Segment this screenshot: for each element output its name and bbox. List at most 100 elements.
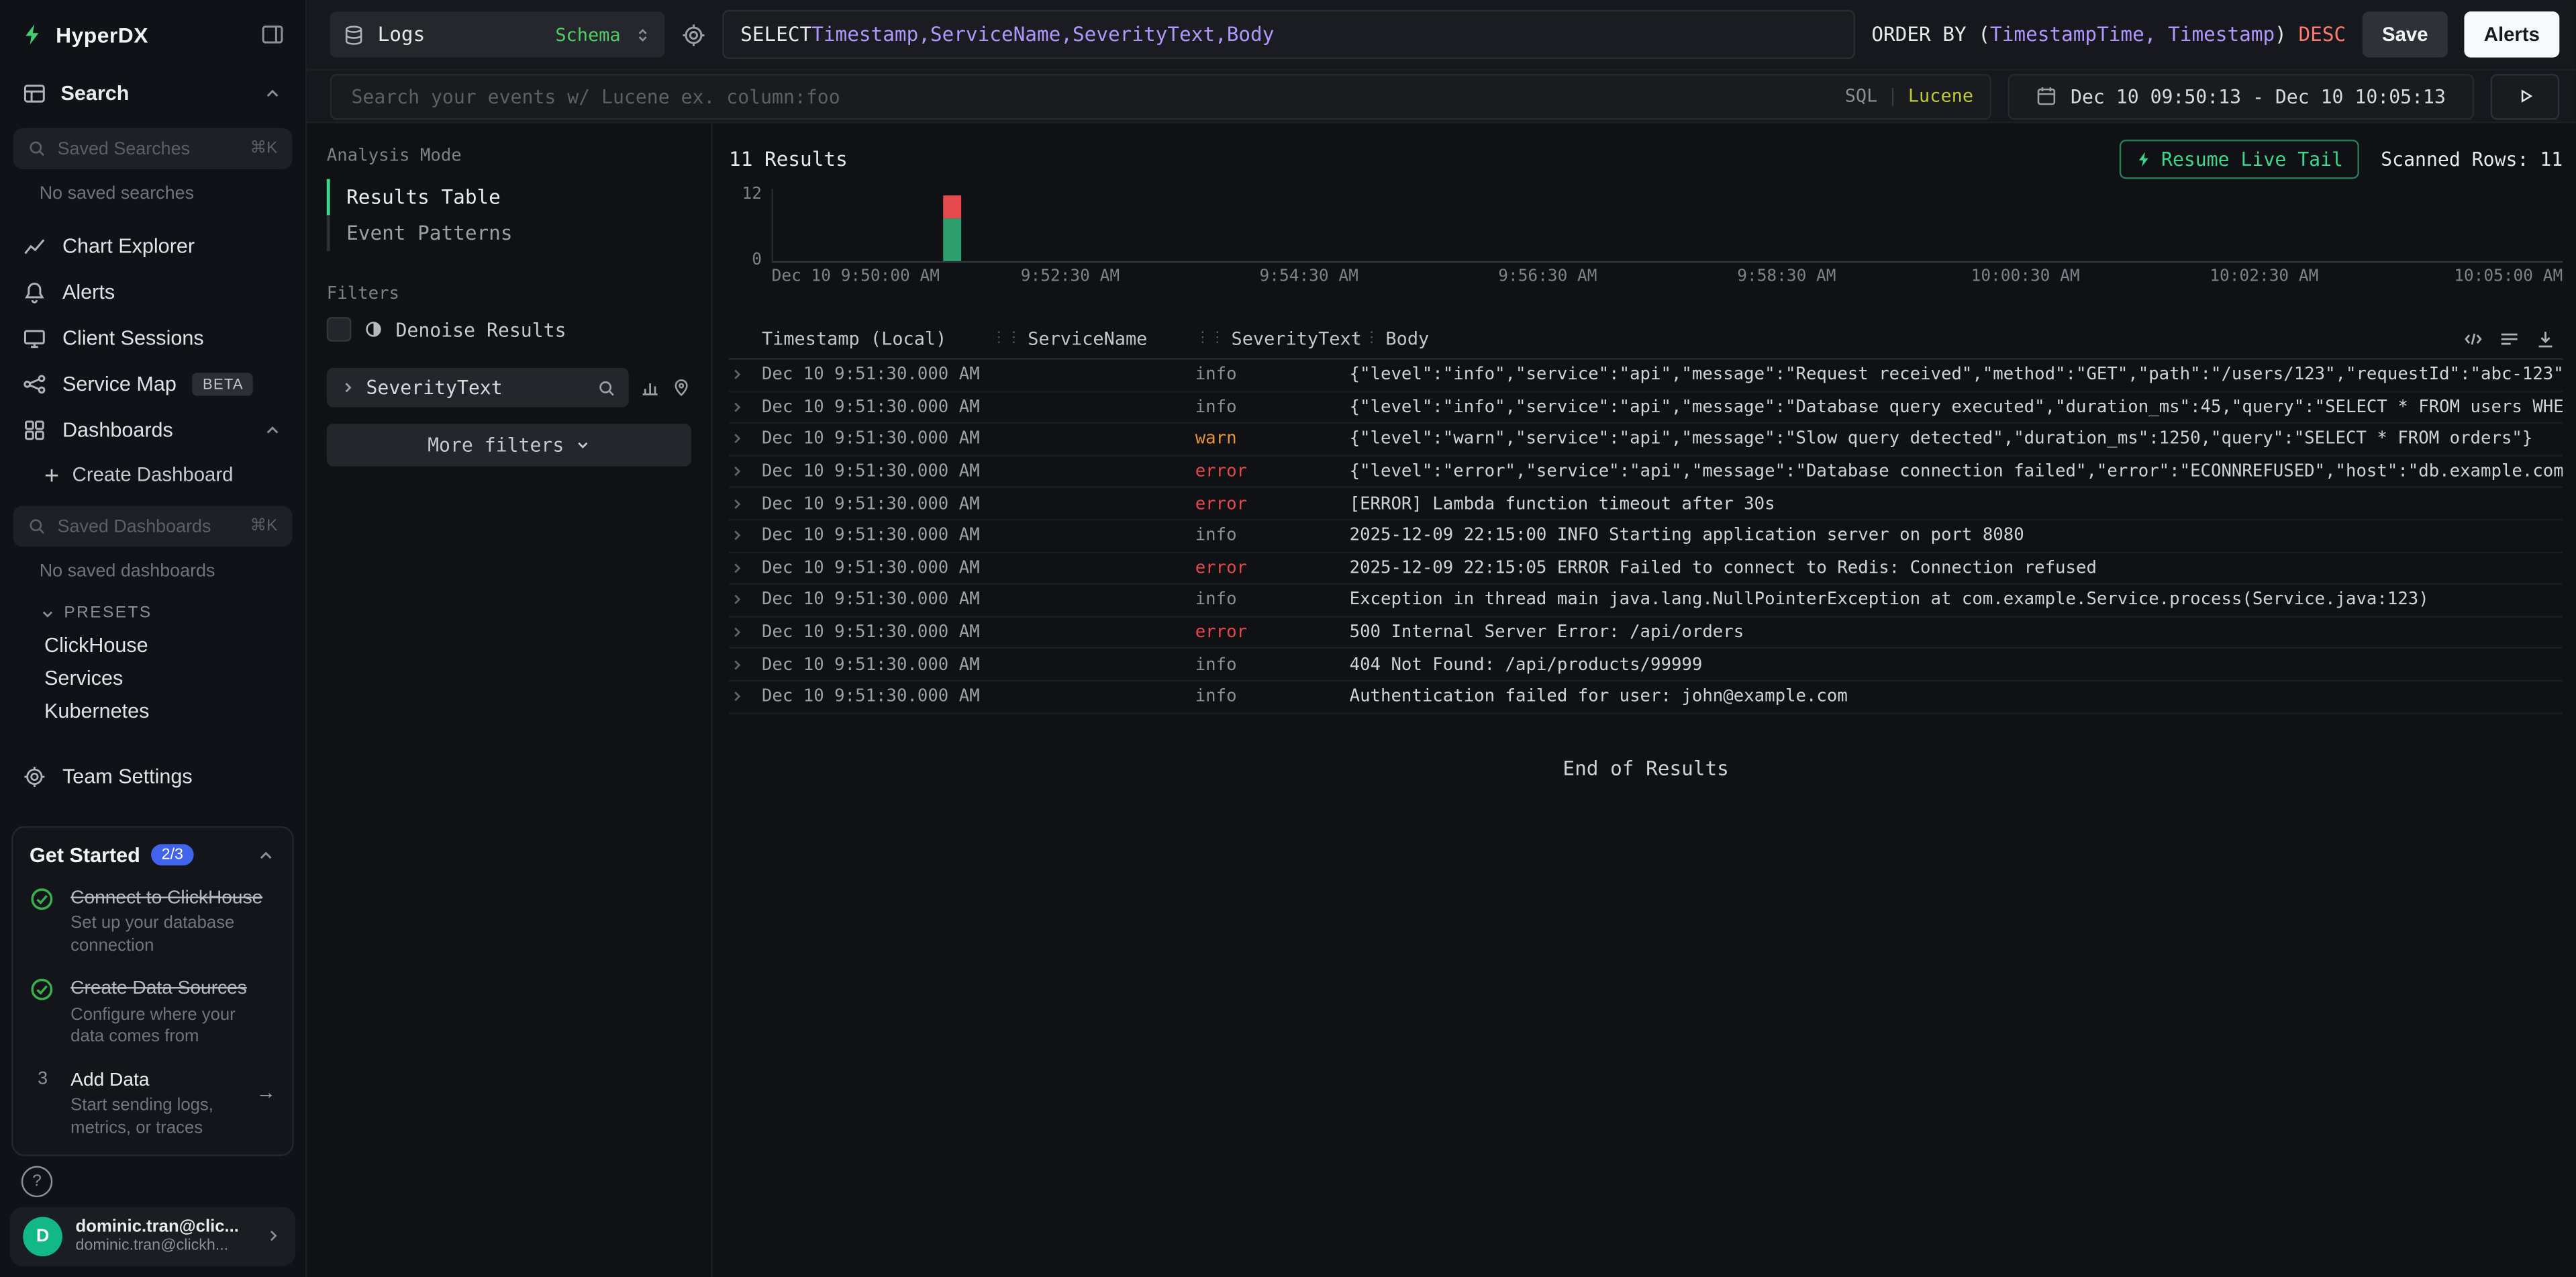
row-expander[interactable] xyxy=(729,463,762,479)
row-severity: info xyxy=(1195,526,1350,545)
step-create-data-sources[interactable]: Create Data Sources Configure where your… xyxy=(30,976,276,1049)
table-row[interactable]: Dec 10 9:51:30.000 AM error {"level":"er… xyxy=(729,456,2563,488)
saved-searches-placeholder: Saved Searches xyxy=(58,139,190,158)
row-expander[interactable] xyxy=(729,592,762,608)
table-row[interactable]: Dec 10 9:51:30.000 AM info Authenticatio… xyxy=(729,681,2563,714)
sidebar-item-team-settings[interactable]: Team Settings xyxy=(0,754,305,800)
order-by-keyword: ORDER BY ( xyxy=(1871,23,1990,46)
source-selector[interactable]: Logs Schema xyxy=(330,11,665,57)
preset-kubernetes[interactable]: Kubernetes xyxy=(0,695,305,728)
play-icon xyxy=(2516,87,2534,105)
saved-dashboards-input[interactable]: Saved Dashboards ⌘K xyxy=(13,506,293,547)
preset-label: Kubernetes xyxy=(44,700,149,722)
table-row[interactable]: Dec 10 9:51:30.000 AM error 2025-12-09 2… xyxy=(729,553,2563,585)
row-expander[interactable] xyxy=(729,495,762,512)
presets-toggle[interactable]: PRESETS xyxy=(0,588,305,629)
create-dashboard-button[interactable]: Create Dashboard xyxy=(0,453,305,496)
bolt-logo-icon xyxy=(21,23,44,46)
table-row[interactable]: Dec 10 9:51:30.000 AM info Exception in … xyxy=(729,585,2563,617)
shortcut-kbd: ⌘K xyxy=(250,140,278,158)
preset-clickhouse[interactable]: ClickHouse xyxy=(0,629,305,662)
resume-live-tail-button[interactable]: Resume Live Tail xyxy=(2120,140,2360,179)
scanned-rows: Scanned Rows: 11 xyxy=(2381,148,2563,171)
drag-grip-icon[interactable]: ⋮⋮ xyxy=(991,330,1021,346)
more-filters-button[interactable]: More filters xyxy=(327,424,691,467)
source-settings-gear-icon[interactable] xyxy=(681,22,706,47)
sql-select-input[interactable]: SELECT Timestamp,ServiceName,SeverityTex… xyxy=(722,10,1855,59)
table-row[interactable]: Dec 10 9:51:30.000 AM error [ERROR] Lamb… xyxy=(729,488,2563,520)
sidebar-item-alerts[interactable]: Alerts xyxy=(0,269,305,315)
row-density-icon[interactable] xyxy=(2499,328,2520,349)
help-button[interactable]: ? xyxy=(21,1166,52,1196)
row-expander[interactable] xyxy=(729,431,762,447)
histogram-bar-segment-error[interactable] xyxy=(943,195,961,219)
table-row[interactable]: Dec 10 9:51:30.000 AM info 2025-12-09 22… xyxy=(729,520,2563,553)
histogram-bar[interactable] xyxy=(943,195,961,261)
column-label: SeverityText xyxy=(1232,328,1362,349)
alerts-button[interactable]: Alerts xyxy=(2464,11,2559,57)
sql-order-by[interactable]: ORDER BY (TimestampTime, Timestamp) DESC xyxy=(1871,23,2346,46)
row-expander[interactable] xyxy=(729,399,762,415)
row-expander[interactable] xyxy=(729,688,762,704)
step-add-data[interactable]: 3 Add Data Start sending logs, metrics, … xyxy=(30,1068,276,1141)
run-query-button[interactable] xyxy=(2491,73,2560,119)
mode-results-table[interactable]: Results Table xyxy=(327,179,691,216)
drag-grip-icon[interactable]: ⋮⋮ xyxy=(1195,330,1225,346)
create-dashboard-label: Create Dashboard xyxy=(72,463,234,486)
save-button[interactable]: Save xyxy=(2363,11,2448,57)
sidebar-item-dashboards[interactable]: Dashboards xyxy=(0,408,305,453)
saved-searches-input[interactable]: Saved Searches ⌘K xyxy=(13,128,293,169)
search-icon[interactable] xyxy=(597,379,615,397)
histogram-bar-segment-other[interactable] xyxy=(943,219,961,261)
sidebar-item-client-sessions[interactable]: Client Sessions xyxy=(0,316,305,361)
table-row[interactable]: Dec 10 9:51:30.000 AM info {"level":"inf… xyxy=(729,392,2563,424)
pin-icon[interactable] xyxy=(671,378,691,397)
table-row[interactable]: Dec 10 9:51:30.000 AM info {"level":"inf… xyxy=(729,360,2563,392)
search-box: SQL | Lucene xyxy=(330,73,1991,119)
saved-dashboards-placeholder: Saved Dashboards xyxy=(58,516,211,536)
step-title: Add Data xyxy=(70,1071,149,1090)
step-connect-clickhouse[interactable]: Connect to ClickHouse Set up your databa… xyxy=(30,884,276,957)
bar-chart-icon[interactable] xyxy=(640,378,660,397)
collapse-sidebar-icon[interactable] xyxy=(261,23,284,46)
row-expander[interactable] xyxy=(729,624,762,641)
row-expander[interactable] xyxy=(729,528,762,544)
search-input[interactable] xyxy=(348,83,1835,109)
row-expander[interactable] xyxy=(729,367,762,383)
table-row[interactable]: Dec 10 9:51:30.000 AM warn {"level":"war… xyxy=(729,424,2563,457)
sidebar-item-chart-explorer[interactable]: Chart Explorer xyxy=(0,224,305,269)
denoise-results-toggle[interactable]: Denoise Results xyxy=(327,317,691,342)
get-started-header[interactable]: Get Started 2/3 xyxy=(30,843,276,866)
row-timestamp: Dec 10 9:51:30.000 AM xyxy=(762,622,991,642)
analysis-mode-label: Analysis Mode xyxy=(327,146,691,166)
filter-group-severitytext: SeverityText xyxy=(327,368,691,408)
language-sql[interactable]: SQL xyxy=(1845,85,1878,107)
time-range-picker[interactable]: Dec 10 09:50:13 - Dec 10 10:05:13 xyxy=(2008,73,2474,119)
denoise-checkbox[interactable] xyxy=(327,317,352,342)
nav-label: Dashboards xyxy=(62,419,173,442)
row-expander[interactable] xyxy=(729,657,762,673)
mode-event-patterns[interactable]: Event Patterns xyxy=(327,215,691,251)
language-lucene[interactable]: Lucene xyxy=(1908,85,1973,107)
row-timestamp: Dec 10 9:51:30.000 AM xyxy=(762,430,991,449)
preset-services[interactable]: Services xyxy=(0,662,305,695)
search-bar: SQL | Lucene Dec 10 09:50:13 - Dec 10 10… xyxy=(307,70,2575,123)
code-icon[interactable] xyxy=(2463,328,2484,349)
table-row[interactable]: Dec 10 9:51:30.000 AM info 404 Not Found… xyxy=(729,649,2563,681)
column-label: Body xyxy=(1385,328,1429,349)
row-expander[interactable] xyxy=(729,560,762,576)
sidebar-item-search[interactable]: Search xyxy=(0,69,305,118)
results-table-header: Timestamp (Local) ⋮⋮ServiceName ⋮⋮Severi… xyxy=(729,319,2563,360)
hyperdx-app: HyperDX Search Saved Searches ⌘K No save… xyxy=(0,0,2576,1277)
user-menu[interactable]: D dominic.tran@clic... dominic.tran@clic… xyxy=(10,1207,296,1266)
brand[interactable]: HyperDX xyxy=(0,0,305,69)
table-row[interactable]: Dec 10 9:51:30.000 AM error 500 Internal… xyxy=(729,617,2563,649)
filter-group-toggle[interactable]: SeverityText xyxy=(327,368,629,408)
order-by-direction: DESC xyxy=(2299,23,2346,46)
download-icon[interactable] xyxy=(2535,328,2557,349)
shortcut-kbd: ⌘K xyxy=(250,517,278,535)
preset-label: ClickHouse xyxy=(44,634,148,657)
drag-grip-icon[interactable]: ⋮⋮ xyxy=(1350,330,1379,346)
sidebar-item-service-map[interactable]: Service Map BETA xyxy=(0,361,305,407)
chevron-up-icon xyxy=(256,845,276,865)
